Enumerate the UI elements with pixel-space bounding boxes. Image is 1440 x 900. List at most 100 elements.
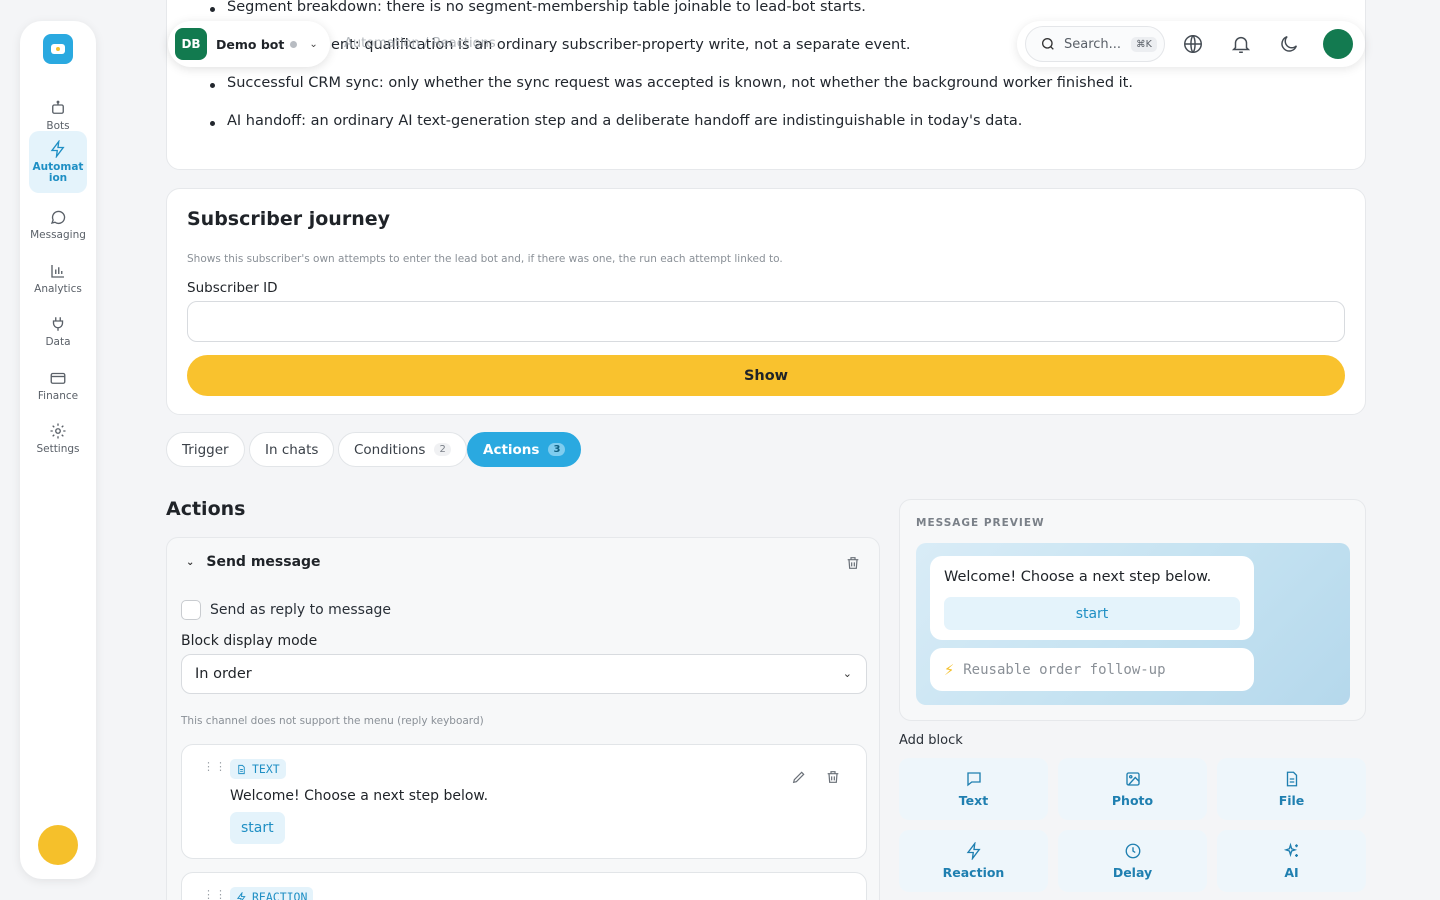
sidebar-item-label: Settings	[36, 442, 80, 455]
display-mode-select[interactable]: In order ⌄	[181, 654, 867, 694]
add-file-block-button[interactable]: File	[1217, 758, 1366, 820]
add-text-block-button[interactable]: Text	[899, 758, 1048, 820]
top-toolbar: Search... ⌘K	[1017, 21, 1365, 67]
tab-count-badge: 2	[434, 443, 451, 456]
breadcrumb: Automation / Reactions	[344, 36, 496, 51]
avatar[interactable]	[1323, 29, 1353, 59]
reply-checkbox[interactable]	[181, 600, 201, 620]
drag-handle-icon[interactable]: ⋮⋮	[203, 889, 227, 900]
file-icon	[1286, 771, 1297, 787]
tab-actions[interactable]: Actions 3	[467, 432, 582, 467]
block-type-tag: REACTION	[230, 887, 314, 900]
lightning-icon	[966, 842, 981, 860]
block-type-label: REACTION	[252, 890, 308, 900]
delete-action-button[interactable]	[845, 555, 861, 571]
sidebar-item-settings[interactable]: Settings	[29, 411, 87, 465]
add-block-label: Add block	[899, 733, 963, 748]
moon-icon	[1281, 35, 1298, 52]
search-placeholder: Search...	[1064, 36, 1122, 52]
chevron-down-icon: ⌄	[842, 667, 852, 680]
bell-icon	[1231, 36, 1251, 53]
preview-title: MESSAGE PREVIEW	[916, 517, 1045, 529]
globe-icon	[1184, 35, 1202, 53]
preview-canvas: Welcome! Choose a next step below. start…	[916, 543, 1350, 705]
sidebar-item-messaging[interactable]: Messaging	[29, 197, 87, 251]
display-mode-label: Block display mode	[181, 633, 318, 649]
sidebar-item-label: Automation	[32, 161, 84, 184]
add-ai-block-button[interactable]: AI	[1217, 830, 1366, 892]
reply-checkbox-label: Send as reply to message	[210, 602, 392, 618]
delete-block-button[interactable]	[825, 769, 841, 785]
chevron-down-icon: ⌄	[186, 556, 195, 568]
send-message-card: ⌄ Send message Send as reply to message …	[166, 537, 880, 900]
bot-selector[interactable]: DB Demo bot ⌄	[168, 21, 330, 67]
search-input[interactable]: Search... ⌘K	[1025, 26, 1165, 62]
card-icon	[50, 372, 66, 384]
status-dot	[290, 40, 298, 48]
notifications-button[interactable]	[1230, 33, 1252, 55]
sidebar-item-data[interactable]: Data	[29, 304, 87, 358]
bullet-item: AI handoff: an ordinary AI text-generati…	[209, 113, 1023, 129]
add-button-label: Delay	[1112, 865, 1153, 880]
show-button[interactable]: Show	[187, 355, 1345, 396]
sidebar-item-label: Finance	[37, 389, 79, 402]
menu-support-note: This channel does not support the menu (…	[181, 715, 484, 727]
subscriber-id-label: Subscriber ID	[187, 280, 278, 296]
sidebar-item-label: Data	[45, 335, 71, 348]
tab-trigger[interactable]: Trigger	[166, 432, 245, 467]
sidebar-item-label: Messaging	[30, 228, 86, 241]
section-title: Subscriber journey	[187, 208, 390, 230]
trash-icon	[827, 771, 839, 783]
add-reaction-block-button[interactable]: Reaction	[899, 830, 1048, 892]
message-preview-panel: MESSAGE PREVIEW Welcome! Choose a next s…	[899, 499, 1366, 721]
edit-block-button[interactable]	[791, 769, 807, 785]
keyboard-button-chip[interactable]: start	[230, 812, 285, 844]
send-message-header[interactable]: ⌄ Send message	[186, 554, 321, 570]
sparkles-icon	[1283, 842, 1298, 858]
sidebar-item-analytics[interactable]: Analytics	[29, 251, 87, 305]
tab-label: In chats	[265, 441, 319, 458]
block-text: Welcome! Choose a next step below.	[230, 788, 489, 804]
reply-checkbox-row[interactable]: Send as reply to message	[181, 600, 391, 620]
sidebar: Bots Automation Messaging Analytics Data…	[20, 21, 96, 879]
preview-message-text: Welcome! Choose a next step below.	[944, 569, 1212, 585]
add-button-label: Text	[958, 793, 989, 808]
tab-conditions[interactable]: Conditions 2	[338, 432, 467, 467]
tab-in-chats[interactable]: In chats	[249, 432, 335, 467]
language-button[interactable]	[1182, 33, 1204, 55]
add-button-label: Photo	[1111, 793, 1154, 808]
tab-label: Trigger	[182, 441, 229, 458]
add-photo-block-button[interactable]: Photo	[1058, 758, 1207, 820]
bot-icon	[52, 100, 64, 114]
search-icon	[1042, 38, 1054, 50]
tab-label: Conditions	[354, 441, 426, 458]
bot-avatar: DB	[175, 28, 207, 60]
subscriber-id-input[interactable]	[187, 301, 1345, 342]
drag-handle-icon[interactable]: ⋮⋮	[203, 761, 227, 772]
tab-label: Actions	[483, 441, 540, 458]
document-icon	[238, 764, 245, 774]
theme-toggle[interactable]	[1278, 33, 1300, 55]
plug-icon	[52, 316, 64, 331]
preview-reaction-bubble: ⚡ Reusable order follow-up	[930, 648, 1254, 691]
bot-name: Demo bot	[216, 36, 285, 52]
reaction-block[interactable]: ⋮⋮ REACTION	[181, 872, 867, 900]
app-logo[interactable]	[43, 34, 73, 64]
user-avatar[interactable]	[38, 825, 78, 865]
bullet-item: Successful CRM sync: only whether the sy…	[210, 75, 1133, 91]
chevron-down-icon: ⌄	[309, 38, 318, 50]
sidebar-item-automation[interactable]: Automation	[29, 131, 87, 193]
section-description: Shows this subscriber's own attempts to …	[187, 253, 783, 265]
message-square-icon	[966, 772, 981, 787]
bar-chart-icon	[51, 264, 64, 278]
send-message-title: Send message	[206, 554, 321, 570]
add-delay-block-button[interactable]: Delay	[1058, 830, 1207, 892]
add-button-label: AI	[1284, 865, 1299, 880]
sidebar-item-finance[interactable]: Finance	[29, 358, 87, 412]
block-type-tag: TEXT	[230, 759, 286, 779]
preview-keyboard-button[interactable]: start	[944, 597, 1240, 630]
clock-icon	[1125, 843, 1140, 859]
text-block[interactable]: ⋮⋮ TEXT Welcome! Choose a next step belo…	[181, 744, 867, 859]
bullet-item: Segment breakdown: there is no segment-m…	[210, 0, 866, 15]
tab-count-badge: 3	[548, 443, 566, 456]
